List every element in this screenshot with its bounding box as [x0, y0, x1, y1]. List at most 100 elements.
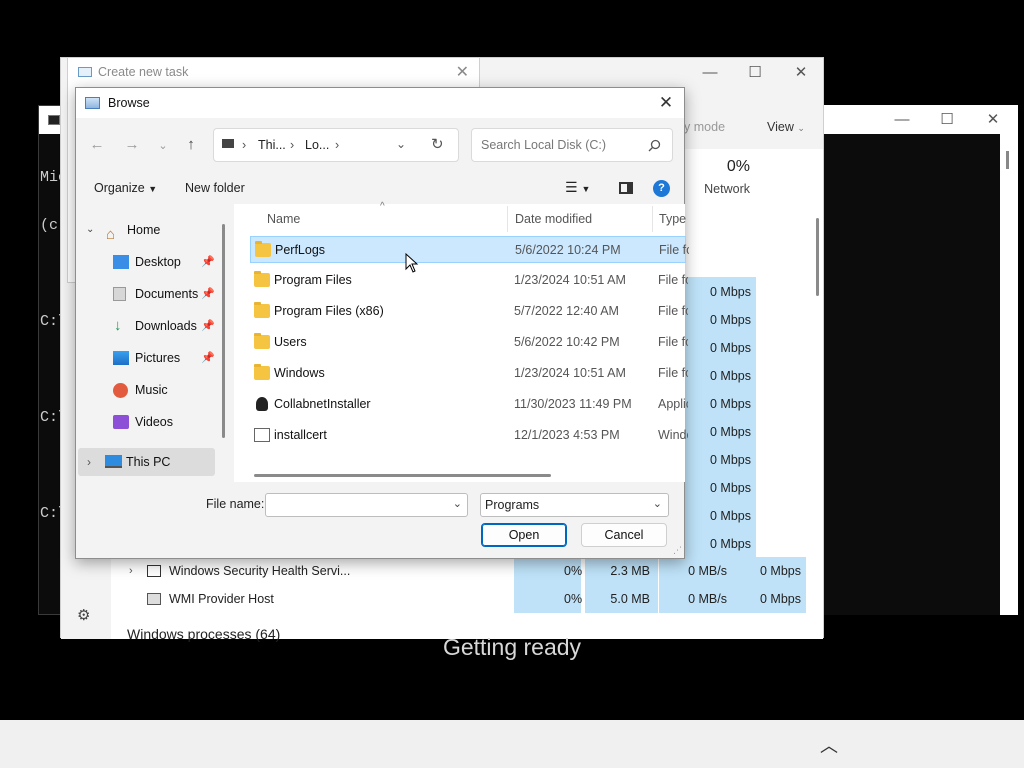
- downloads-icon: ↓: [114, 317, 122, 334]
- chevron-up-icon[interactable]: ︿: [820, 732, 838, 758]
- settings-gear-icon[interactable]: ⚙: [77, 606, 90, 624]
- process-memory: 2.3 MB: [585, 557, 658, 585]
- search-box[interactable]: Search Local Disk (C:): [471, 128, 673, 162]
- file-type-filter[interactable]: Programs ⌄: [480, 493, 669, 517]
- breadcrumb-local-disk[interactable]: Lo...: [305, 138, 329, 152]
- chevron-right-icon[interactable]: ›: [87, 448, 91, 476]
- dialog-title: Create new task: [98, 65, 189, 79]
- file-name: Users: [274, 335, 307, 349]
- dialog-footer: File name: ⌄ Programs ⌄ Open Cancel ⋰: [76, 482, 684, 558]
- search-input[interactable]: Search Local Disk (C:): [481, 138, 606, 152]
- close-button[interactable]: ✕: [970, 105, 1016, 133]
- pin-icon[interactable]: 📌: [201, 344, 215, 372]
- network-value: 0 Mbps: [710, 285, 751, 299]
- chevron-down-icon[interactable]: ⌄: [453, 497, 462, 510]
- run-icon: [78, 67, 92, 77]
- pin-icon[interactable]: 📌: [201, 248, 215, 276]
- file-row[interactable]: Program Files 1/23/2024 10:51 AM File fo…: [250, 267, 688, 294]
- address-bar[interactable]: › Thi... › Lo... › ⌄ ↻: [213, 128, 459, 162]
- this-pc-icon: [105, 455, 122, 468]
- address-dropdown-icon[interactable]: ⌄: [396, 137, 406, 151]
- file-row[interactable]: Windows 1/23/2024 10:51 AM File folder: [250, 360, 688, 387]
- nav-item-desktop[interactable]: Desktop 📌: [76, 248, 216, 276]
- column-header-name[interactable]: Name: [267, 212, 300, 226]
- file-row[interactable]: CollabnetInstaller 11/30/2023 11:49 PM A…: [250, 391, 688, 418]
- column-divider[interactable]: [507, 206, 508, 232]
- nav-item-this-pc[interactable]: › This PC: [78, 448, 215, 476]
- process-disk: 0 MB/s: [659, 557, 733, 585]
- home-icon: ⌂: [106, 226, 116, 243]
- process-network: 0 Mbps: [733, 585, 806, 613]
- file-date: 1/23/2024 10:51 AM: [514, 366, 626, 380]
- file-row[interactable]: installcert 12/1/2023 4:53 PM Windows: [250, 422, 688, 449]
- tm-scrollbar[interactable]: [816, 218, 819, 296]
- chevron-right-icon[interactable]: ›: [129, 557, 133, 585]
- help-icon[interactable]: ?: [653, 180, 670, 197]
- network-value: 0 Mbps: [710, 537, 751, 551]
- terminal-scrollbar[interactable]: [1006, 151, 1009, 169]
- process-row[interactable]: › Windows Security Health Servi... 0% 2.…: [111, 557, 806, 585]
- chevron-down-icon: ⌄: [797, 123, 805, 133]
- nav-item-videos[interactable]: Videos: [76, 408, 216, 436]
- minimize-button[interactable]: —: [879, 105, 925, 133]
- organize-button[interactable]: Organize ▼: [94, 181, 157, 195]
- chevron-down-icon[interactable]: ⌄: [86, 216, 94, 244]
- network-column-header[interactable]: 0% Network: [683, 150, 758, 202]
- folder-icon: [254, 302, 270, 318]
- pin-icon[interactable]: 📌: [201, 312, 215, 340]
- filter-value: Programs: [485, 498, 540, 512]
- nav-item-music[interactable]: Music: [76, 376, 216, 404]
- file-type: File folder: [659, 243, 689, 257]
- nav-label: Music: [135, 383, 168, 397]
- recent-locations-icon[interactable]: ⌄: [152, 139, 174, 152]
- file-row[interactable]: Program Files (x86) 5/7/2022 12:40 AM Fi…: [250, 298, 688, 325]
- new-folder-button[interactable]: New folder: [185, 181, 245, 195]
- file-date: 12/1/2023 4:53 PM: [514, 428, 620, 442]
- open-button[interactable]: Open: [481, 523, 567, 547]
- nav-label: Desktop: [135, 255, 181, 269]
- nav-item-home[interactable]: ⌄ ⌂ Home: [76, 216, 216, 244]
- close-button[interactable]: ✕: [654, 91, 678, 115]
- chevron-down-icon: ⌄: [652, 498, 662, 510]
- nav-item-downloads[interactable]: ↓ Downloads 📌: [76, 312, 216, 340]
- pin-icon[interactable]: 📌: [201, 280, 215, 308]
- breadcrumb-this-pc[interactable]: Thi...: [258, 138, 286, 152]
- column-header-type[interactable]: Type: [659, 212, 686, 226]
- nav-item-pictures[interactable]: Pictures 📌: [76, 344, 216, 372]
- minimize-button[interactable]: —: [687, 58, 733, 86]
- view-menu-button[interactable]: View ⌄: [767, 120, 805, 134]
- browse-icon: [85, 97, 100, 109]
- file-name-input[interactable]: ⌄: [265, 493, 468, 517]
- close-button[interactable]: ✕: [456, 62, 469, 82]
- back-arrow-icon[interactable]: ←: [86, 136, 108, 153]
- file-row-selected[interactable]: PerfLogs 5/6/2022 10:24 PM File folder: [250, 236, 689, 263]
- nav-scrollbar[interactable]: [222, 224, 225, 438]
- file-date: 5/7/2022 12:40 AM: [514, 304, 619, 318]
- nav-label: Home: [127, 223, 161, 237]
- column-divider[interactable]: [652, 206, 653, 232]
- up-arrow-icon[interactable]: ↑: [180, 136, 202, 153]
- network-value: 0 Mbps: [710, 509, 751, 523]
- cancel-button[interactable]: Cancel: [581, 523, 667, 547]
- maximize-button[interactable]: ☐: [924, 105, 970, 133]
- browse-titlebar[interactable]: Browse ✕: [76, 88, 684, 118]
- maximize-button[interactable]: ☐: [732, 58, 778, 86]
- forward-arrow-icon[interactable]: →: [121, 136, 143, 153]
- column-header-date[interactable]: Date modified: [515, 212, 592, 226]
- process-name: Windows Security Health Servi...: [169, 564, 351, 578]
- dialog-title: Browse: [108, 96, 150, 110]
- file-type: File folder: [658, 335, 688, 349]
- process-row[interactable]: WMI Provider Host 0% 5.0 MB 0 MB/s 0 Mbp…: [111, 585, 806, 613]
- close-button[interactable]: ✕: [778, 58, 824, 86]
- refresh-icon[interactable]: ↻: [431, 135, 444, 153]
- preview-pane-icon[interactable]: [619, 182, 633, 194]
- view-options-icon[interactable]: ☰ ▼: [565, 179, 590, 196]
- nav-item-documents[interactable]: Documents 📌: [76, 280, 216, 308]
- videos-icon: [113, 415, 129, 429]
- resize-grip-icon[interactable]: ⋰: [673, 545, 682, 556]
- horizontal-scrollbar[interactable]: [254, 474, 551, 477]
- file-row[interactable]: Users 5/6/2022 10:42 PM File folder: [250, 329, 688, 356]
- caret-down-icon: ▼: [148, 184, 158, 194]
- process-disk: 0 MB/s: [659, 585, 733, 613]
- network-value: 0 Mbps: [710, 453, 751, 467]
